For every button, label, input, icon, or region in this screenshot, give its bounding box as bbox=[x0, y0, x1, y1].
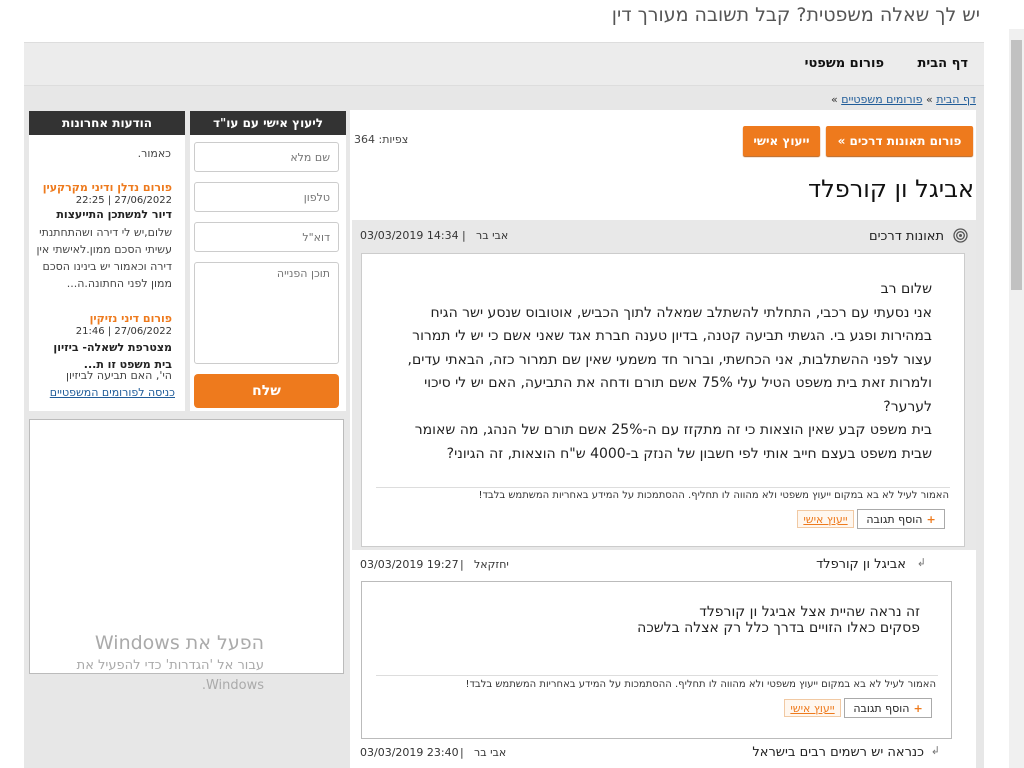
full-name-input[interactable] bbox=[194, 142, 339, 172]
add-reply-label: הוסף תגובה bbox=[853, 701, 910, 715]
recent-post-title[interactable]: דיור למשתכן התייעצות bbox=[32, 208, 172, 221]
post-meta-separator: | bbox=[460, 558, 464, 571]
message-textarea[interactable] bbox=[194, 262, 339, 364]
personal-advice-link[interactable]: ייעוץ אישי bbox=[797, 510, 854, 528]
views-count: צפיות: 364 bbox=[354, 133, 409, 146]
reply-author: אבי בר bbox=[474, 746, 507, 759]
recent-post-forum[interactable]: פורום דיני נזיקין bbox=[90, 312, 172, 325]
contact-panel-heading: ליעוץ אישי עם עו"ד bbox=[190, 111, 346, 135]
add-reply-button[interactable]: + הוסף תגובה bbox=[844, 698, 932, 718]
post-paragraph: אני נסעתי עם רכבי, התחלתי להשתלב שמאלה ל… bbox=[407, 304, 932, 415]
divider bbox=[376, 487, 950, 488]
reply-title[interactable]: אביגל ון קורפלד bbox=[816, 557, 906, 572]
post-header: תאונות דרכים אבי בר | 03/03/2019 14:34 bbox=[352, 220, 976, 250]
site-tagline: יש לך שאלה משפטית? קבל תשובה מעורך דין bbox=[611, 4, 980, 26]
recent-post-snippet: כאמור. bbox=[137, 147, 171, 160]
back-to-forum-button[interactable]: « פורום תאונות דרכים bbox=[826, 126, 973, 156]
watermark-subtitle: עבור אל 'הגדרות' כדי להפעיל את Windows. bbox=[76, 658, 264, 693]
reply-arrow-icon: ↲ bbox=[930, 744, 940, 757]
post-meta-separator: | bbox=[462, 229, 466, 242]
post-body: שלום רב אני נסעתי עם רכבי, התחלתי להשתלב… bbox=[392, 278, 932, 466]
nav-legal-forum-link[interactable]: פורום משפטי bbox=[805, 56, 884, 71]
post-datetime: 03/03/2019 14:34 bbox=[360, 229, 459, 242]
personal-advice-link[interactable]: ייעוץ אישי bbox=[784, 699, 841, 717]
reply-header: ↲ אביגל ון קורפלד יחזקאל | 03/03/2019 19… bbox=[352, 556, 976, 576]
reply-datetime: 03/03/2019 23:40 bbox=[360, 746, 459, 759]
windows-watermark: הפעל את Windows עבור אל 'הגדרות' כדי להפ… bbox=[28, 632, 264, 696]
recent-post-meta: 27/06/2022 | 21:46 bbox=[75, 326, 172, 337]
recent-post-body: הי', האם תביעה לביזיון bbox=[66, 369, 172, 382]
recent-post-forum[interactable]: פורום נדלן ודיני מקרקעין bbox=[43, 181, 172, 194]
add-reply-label: הוסף תגובה bbox=[866, 512, 923, 526]
post-meta-separator: | bbox=[460, 746, 464, 759]
thread-title: אביגל ון קורפלד bbox=[808, 175, 974, 203]
reply-line: זה נראה שהיית אצל אביגל ון קורפלד bbox=[699, 604, 920, 620]
target-icon bbox=[953, 228, 968, 243]
nav-home-link[interactable]: דף הבית bbox=[917, 56, 968, 71]
reply-arrow-icon: ↲ bbox=[916, 556, 926, 569]
breadcrumb-separator: » bbox=[925, 93, 933, 106]
send-button[interactable]: שלח bbox=[194, 374, 339, 408]
recent-post-meta: 27/06/2022 | 22:25 bbox=[75, 195, 172, 206]
reply-header: ↲ כנראה יש רשמים רבים בישראל אבי בר | 03… bbox=[352, 744, 976, 764]
reply-line: פסקים כאלו הזויים בדרך כלל רק אצלה בלשכה bbox=[637, 620, 920, 636]
phone-input[interactable] bbox=[194, 182, 339, 212]
reply-title[interactable]: כנראה יש רשמים רבים בישראל bbox=[752, 745, 924, 760]
breadcrumb-home[interactable]: דף הבית bbox=[936, 93, 976, 106]
email-input[interactable] bbox=[194, 222, 339, 252]
recent-posts-panel: כאמור. פורום נדלן ודיני מקרקעין 27/06/20… bbox=[29, 111, 185, 411]
reply-author: יחזקאל bbox=[474, 558, 509, 571]
top-nav: דף הבית פורום משפטי bbox=[24, 42, 984, 86]
plus-icon: + bbox=[913, 701, 923, 715]
post-title[interactable]: תאונות דרכים bbox=[869, 229, 944, 244]
recent-post-body: שלום,יש לי דירה ושהתחתנתי עשיתי הסכם ממו… bbox=[36, 226, 172, 290]
breadcrumb-separator: » bbox=[830, 93, 838, 106]
post-greeting: שלום רב bbox=[880, 281, 932, 297]
breadcrumb: דף הבית » פורומים משפטיים » bbox=[831, 93, 976, 106]
plus-icon: + bbox=[926, 512, 936, 526]
post-author: אבי בר bbox=[476, 229, 509, 242]
legal-disclaimer: האמור לעיל לא בא במקום ייעוץ משפטי ולא מ… bbox=[465, 679, 936, 690]
personal-advice-button[interactable]: ייעוץ אישי bbox=[743, 126, 820, 156]
watermark-title: הפעל את Windows bbox=[94, 632, 264, 654]
reply-datetime: 03/03/2019 19:27 bbox=[360, 558, 459, 571]
recent-posts-heading: הודעות אחרונות bbox=[29, 111, 185, 135]
reply-body: זה נראה שהיית אצל אביגל ון קורפלד פסקים … bbox=[637, 604, 920, 636]
post-paragraph: בית משפט קבע שאין הוצאות כי זה מתקזז עם … bbox=[414, 422, 932, 462]
enter-forums-link[interactable]: כניסה לפורומים המשפטיים bbox=[50, 386, 175, 399]
legal-disclaimer: האמור לעיל לא בא במקום ייעוץ משפטי ולא מ… bbox=[478, 490, 949, 501]
scrollbar-thumb[interactable] bbox=[1011, 40, 1022, 290]
breadcrumb-forums[interactable]: פורומים משפטיים bbox=[841, 93, 922, 106]
divider bbox=[376, 675, 938, 676]
add-reply-button[interactable]: + הוסף תגובה bbox=[857, 509, 945, 529]
